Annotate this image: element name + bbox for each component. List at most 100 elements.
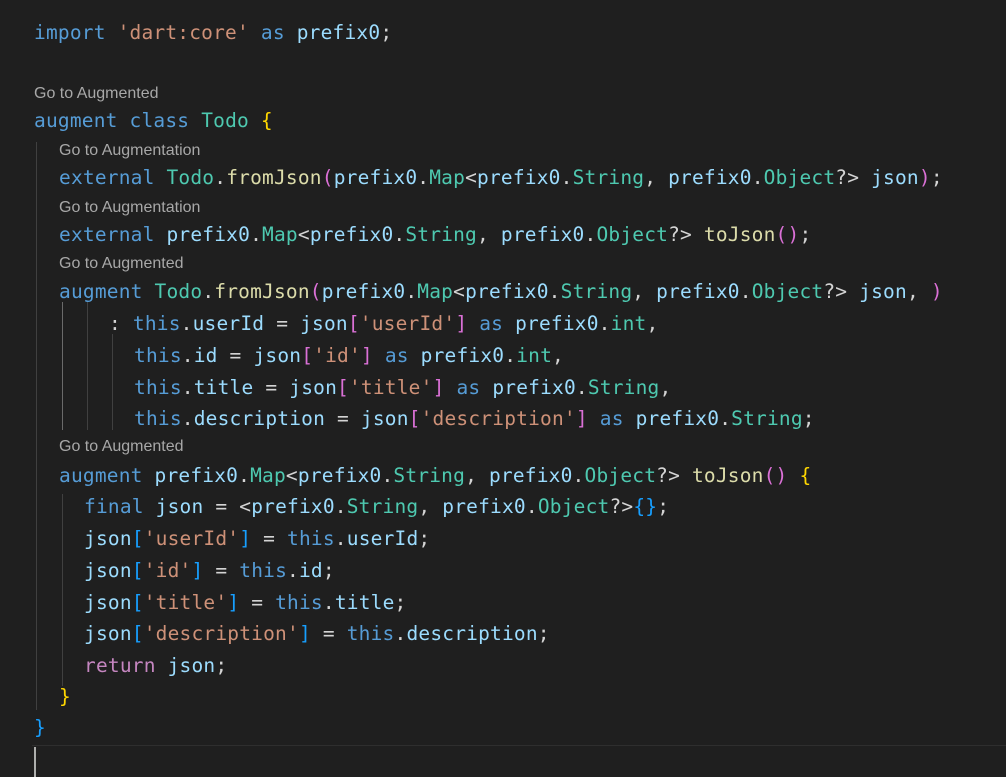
code-line[interactable]: this.title = json['title'] as prefix0.St… xyxy=(134,372,671,404)
code-token: json xyxy=(360,407,409,430)
code-line[interactable]: } xyxy=(34,712,46,744)
code-token: . xyxy=(560,166,573,189)
code-line[interactable]: external Todo.fromJson(prefix0.Map<prefi… xyxy=(59,162,943,194)
code-token: this xyxy=(275,591,323,614)
code-line[interactable]: } xyxy=(59,681,71,713)
code-token: = xyxy=(217,344,254,367)
code-token: this xyxy=(134,407,182,430)
code-token: ] xyxy=(575,407,588,430)
go-to-augmented-link[interactable]: Go to Augmented xyxy=(59,436,184,458)
code-line[interactable]: this.id = json['id'] as prefix0.int, xyxy=(134,340,564,372)
code-token: json xyxy=(84,622,132,645)
code-line[interactable]: json['description'] = this.description; xyxy=(84,618,550,650)
code-token: String xyxy=(346,495,419,518)
code-token: prefix0 xyxy=(668,166,752,189)
code-token: json xyxy=(859,280,907,303)
code-token: ] xyxy=(298,622,311,645)
code-line[interactable]: import 'dart:core' as prefix0; xyxy=(34,17,392,49)
code-token: json xyxy=(253,344,302,367)
code-token: json xyxy=(84,591,132,614)
code-token: , xyxy=(552,344,564,367)
code-token: as xyxy=(456,376,481,399)
code-token: . xyxy=(214,166,227,189)
code-token: Object xyxy=(537,495,610,518)
code-token: . xyxy=(719,407,732,430)
code-token: [ xyxy=(347,312,360,335)
code-token: prefix0 xyxy=(656,280,740,303)
code-token: prefix0 xyxy=(488,464,573,487)
code-token: ; xyxy=(380,21,393,44)
code-token: import xyxy=(34,21,106,44)
go-to-augmentation-link[interactable]: Go to Augmentation xyxy=(59,140,200,162)
go-to-augmented-link[interactable]: Go to Augmented xyxy=(59,253,184,275)
go-to-augmentation-link[interactable]: Go to Augmentation xyxy=(59,197,200,219)
code-token: ?> xyxy=(823,280,860,303)
code-line[interactable]: this.description = json['description'] a… xyxy=(134,403,815,435)
code-token: = xyxy=(251,527,288,550)
code-token: String xyxy=(572,166,645,189)
code-token: toJson xyxy=(691,464,764,487)
code-token: [ xyxy=(131,622,144,645)
code-token: 'userId' xyxy=(143,527,240,550)
code-token: title xyxy=(334,591,395,614)
indent-guide xyxy=(36,142,37,710)
code-token: < xyxy=(285,464,298,487)
code-token: String xyxy=(587,376,660,399)
code-token: Object xyxy=(763,166,836,189)
code-line[interactable]: json['userId'] = this.userId; xyxy=(84,523,430,555)
text-cursor xyxy=(34,747,36,777)
code-token: this xyxy=(239,559,288,582)
code-editor[interactable]: Go to Augmented Go to Augmentation Go to… xyxy=(0,0,1006,777)
code-token: this xyxy=(287,527,335,550)
code-token: . xyxy=(751,166,764,189)
code-token: prefix0 xyxy=(492,376,576,399)
code-line[interactable]: json['id'] = this.id; xyxy=(84,555,335,587)
code-line[interactable]: external prefix0.Map<prefix0.String, pre… xyxy=(59,219,811,251)
code-token: < xyxy=(465,166,478,189)
code-line[interactable]: augment prefix0.Map<prefix0.String, pref… xyxy=(59,460,811,492)
code-token: . xyxy=(598,312,611,335)
code-token: ; xyxy=(537,622,550,645)
code-token: . xyxy=(739,280,752,303)
code-token: , xyxy=(477,223,501,246)
code-token: prefix0 xyxy=(500,223,585,246)
code-token: , xyxy=(906,280,931,303)
code-line[interactable]: augment Todo.fromJson(prefix0.Map<prefix… xyxy=(59,276,943,308)
go-to-augmented-link[interactable]: Go to Augmented xyxy=(34,83,159,105)
code-token: = xyxy=(310,622,347,645)
code-token: Object xyxy=(584,464,657,487)
code-token: 'description' xyxy=(143,622,299,645)
code-token: ; xyxy=(802,407,815,430)
code-line[interactable]: return json; xyxy=(84,650,227,682)
code-token: json xyxy=(871,166,919,189)
code-token: = < xyxy=(203,495,252,518)
code-token: [ xyxy=(131,559,144,582)
code-token: this xyxy=(346,622,395,645)
code-line[interactable]: augment class Todo { xyxy=(34,105,273,137)
code-token: json xyxy=(300,312,348,335)
indent-guide xyxy=(62,302,63,430)
code-token: prefix0 xyxy=(297,464,382,487)
code-token: Object xyxy=(751,280,824,303)
code-line[interactable]: : this.userId = json['userId'] as prefix… xyxy=(109,308,658,340)
code-token: Object xyxy=(596,223,669,246)
code-token: 'id' xyxy=(143,559,192,582)
code-line[interactable]: final json = <prefix0.String, prefix0.Ob… xyxy=(84,491,669,523)
code-token: < xyxy=(453,280,466,303)
code-line[interactable]: json['title'] = this.title; xyxy=(84,587,406,619)
code-token: 'title' xyxy=(143,591,228,614)
code-token: description xyxy=(406,622,538,645)
code-token: ; xyxy=(657,495,670,518)
code-token: prefix0 xyxy=(465,280,549,303)
code-token: String xyxy=(560,280,633,303)
code-token: . xyxy=(181,344,194,367)
